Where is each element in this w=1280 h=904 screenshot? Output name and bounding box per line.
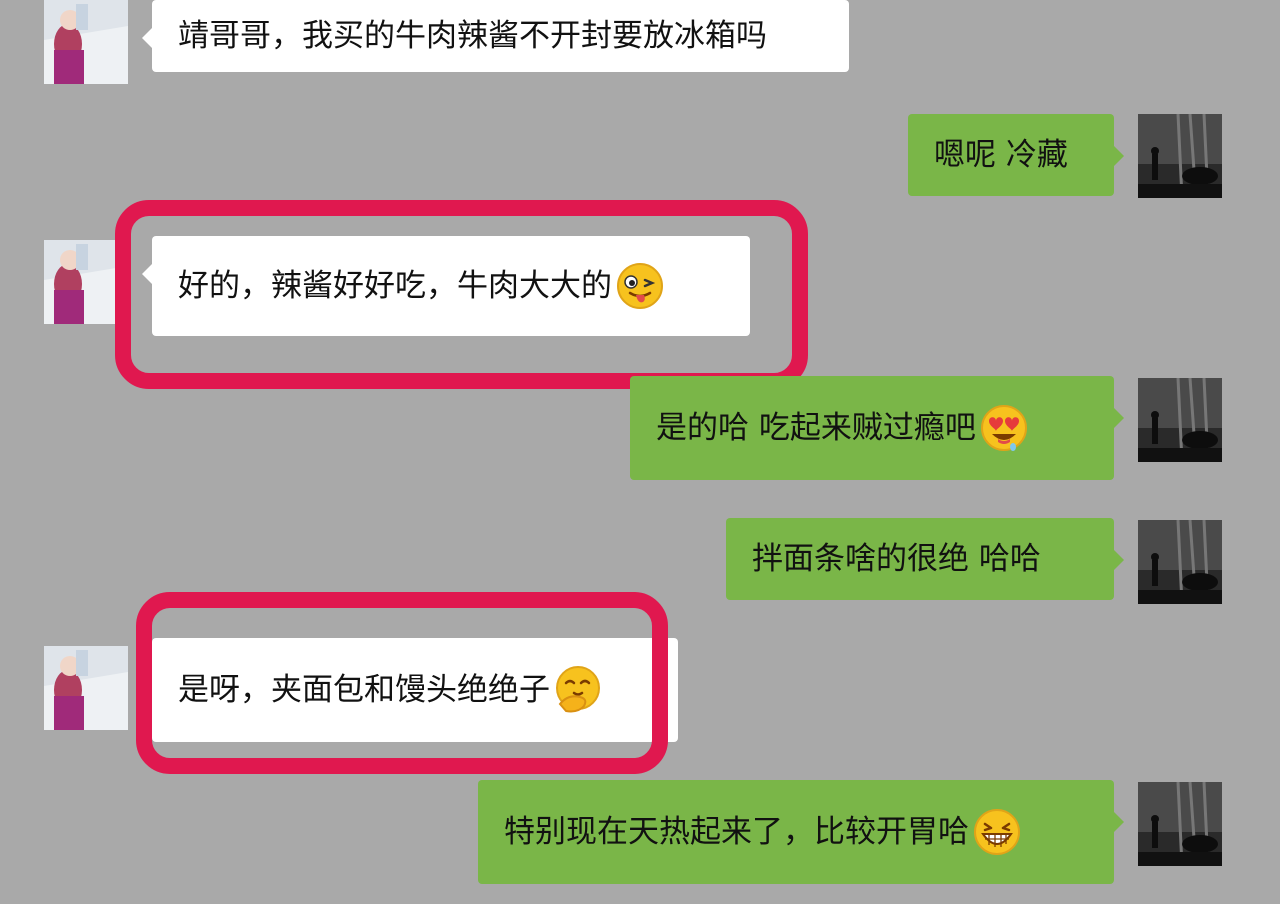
contact-avatar[interactable]: [44, 240, 128, 324]
grinning-face-icon: [973, 808, 1021, 856]
contact-avatar-image: [44, 646, 128, 730]
user-avatar[interactable]: [1138, 378, 1222, 462]
message-text: 是的哈 吃起来贼过瘾吧: [656, 409, 976, 446]
message-bubble-outgoing[interactable]: 特别现在天热起来了，比较开胃哈: [478, 780, 1124, 884]
heart-eyes-drooling-face-icon: [980, 404, 1028, 452]
message-bubble-outgoing[interactable]: 拌面条啥的很绝 哈哈: [726, 518, 1124, 600]
message-bubble-outgoing[interactable]: 是的哈 吃起来贼过瘾吧: [630, 376, 1124, 480]
user-avatar-image: [1138, 378, 1222, 462]
message-bubble-incoming[interactable]: 靖哥哥，我买的牛肉辣酱不开封要放冰箱吗: [142, 0, 849, 72]
message-text: 嗯呢 冷藏: [934, 136, 1068, 173]
message-text: 靖哥哥，我买的牛肉辣酱不开封要放冰箱吗: [178, 17, 767, 54]
user-avatar[interactable]: [1138, 114, 1222, 198]
winking-tongue-face-icon: [616, 262, 664, 310]
user-avatar[interactable]: [1138, 520, 1222, 604]
message-bubble-outgoing[interactable]: 嗯呢 冷藏: [908, 114, 1124, 196]
contact-avatar-image: [44, 240, 128, 324]
user-avatar-image: [1138, 114, 1222, 198]
thinking-face-icon: [554, 666, 602, 714]
message-text: 好的，辣酱好好吃，牛肉大大的: [178, 267, 612, 304]
message-text: 拌面条啥的很绝 哈哈: [752, 540, 1041, 577]
message-text: 是呀，夹面包和馒头绝绝子: [178, 671, 550, 708]
user-avatar[interactable]: [1138, 782, 1222, 866]
message-text: 特别现在天热起来了，比较开胃哈: [504, 813, 969, 850]
user-avatar-image: [1138, 520, 1222, 604]
contact-avatar-image: [44, 0, 128, 84]
message-bubble-incoming[interactable]: 是呀，夹面包和馒头绝绝子: [142, 638, 678, 742]
user-avatar-image: [1138, 782, 1222, 866]
chat-conversation: 靖哥哥，我买的牛肉辣酱不开封要放冰箱吗 嗯呢 冷藏 好的，辣酱好好吃，牛肉大大的: [0, 0, 1280, 904]
contact-avatar[interactable]: [44, 0, 128, 84]
contact-avatar[interactable]: [44, 646, 128, 730]
message-bubble-incoming[interactable]: 好的，辣酱好好吃，牛肉大大的: [142, 236, 750, 336]
